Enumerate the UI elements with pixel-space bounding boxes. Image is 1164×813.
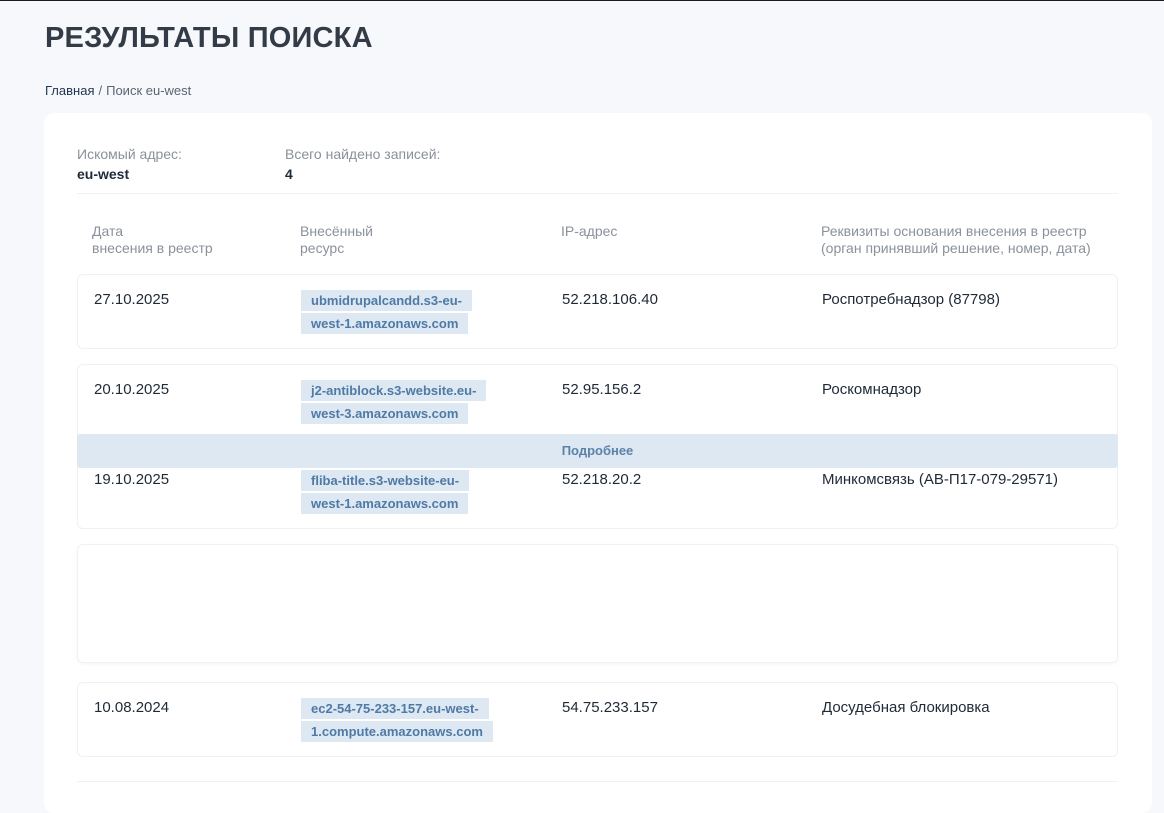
row-date: 20.10.2025 [94,381,170,398]
page-title: РЕЗУЛЬТАТЫ ПОИСКА [45,22,373,54]
bottom-divider [77,781,1118,782]
table-row: 10.08.2024 ec2-54-75-233-157.eu-west-1.c… [77,682,1118,757]
search-address-block: Искомый адрес: eu-west [77,145,182,183]
column-header-resource-line2: ресурс [300,240,345,256]
row-resource: j2-antiblock.s3-website.eu-west-3.amazon… [301,379,501,425]
row-date: 19.10.2025 [94,471,170,488]
row-ip: 52.218.106.40 [562,291,658,308]
column-header-basis-line2: (орган принявший решение, номер, дата) [821,240,1091,256]
table-row: 27.10.2025 ubmidrupalcandd.s3-eu-west-1.… [77,274,1118,349]
empty-row-placeholder [77,544,1118,663]
resource-link[interactable]: ubmidrupalcandd.s3-eu-west-1.amazonaws.c… [301,290,472,334]
resource-link[interactable]: ec2-54-75-233-157.eu-west-1.compute.amaz… [301,698,493,742]
top-border [0,0,1164,1]
breadcrumb-home-link[interactable]: Главная [45,83,94,98]
breadcrumb-current: Поиск eu-west [106,83,192,98]
search-address-label: Искомый адрес: [77,146,182,162]
row-resource: ec2-54-75-233-157.eu-west-1.compute.amaz… [301,697,521,743]
row-basis: Роскомнадзор [822,381,922,398]
column-header-ip: IP-адрес [561,223,861,240]
row-basis: Досудебная блокировка [822,699,990,716]
records-count-value: 4 [285,166,293,182]
column-header-ip-line1: IP-адрес [561,223,618,239]
records-count-block: Всего найдено записей: 4 [285,145,440,183]
summary-divider [77,193,1118,194]
row-date: 27.10.2025 [94,291,170,308]
row-basis: Роспотребнадзор (87798) [822,291,1000,308]
resource-link[interactable]: fliba-title.s3-website-eu-west-1.amazona… [301,470,470,514]
row-ip: 54.75.233.157 [562,699,658,716]
row-ip: 52.95.156.2 [562,381,642,398]
row-ip: 52.218.20.2 [562,471,642,488]
records-count-label: Всего найдено записей: [285,146,441,162]
breadcrumb: Главная / Поиск eu-west [45,83,191,98]
breadcrumb-separator: / [98,83,103,98]
more-details-button[interactable]: Подробнее [77,434,1118,468]
row-resource: fliba-title.s3-website-eu-west-1.amazona… [301,469,485,515]
results-card: Искомый адрес: eu-west Всего найдено зап… [44,113,1152,813]
resource-link[interactable]: j2-antiblock.s3-website.eu-west-3.amazon… [301,380,487,424]
column-header-resource-line1: Внесённый [300,223,373,239]
search-address-value: eu-west [77,166,130,182]
row-resource: ubmidrupalcandd.s3-eu-west-1.amazonaws.c… [301,289,481,335]
row-date: 10.08.2024 [94,699,170,716]
column-header-basis: Реквизиты основания внесения в реестр (о… [821,223,1121,257]
row-basis: Минкомсвязь (АВ-П17-079-29571) [822,471,1059,488]
column-header-resource: Внесённый ресурс [300,223,600,257]
column-header-basis-line1: Реквизиты основания внесения в реестр [821,223,1087,239]
